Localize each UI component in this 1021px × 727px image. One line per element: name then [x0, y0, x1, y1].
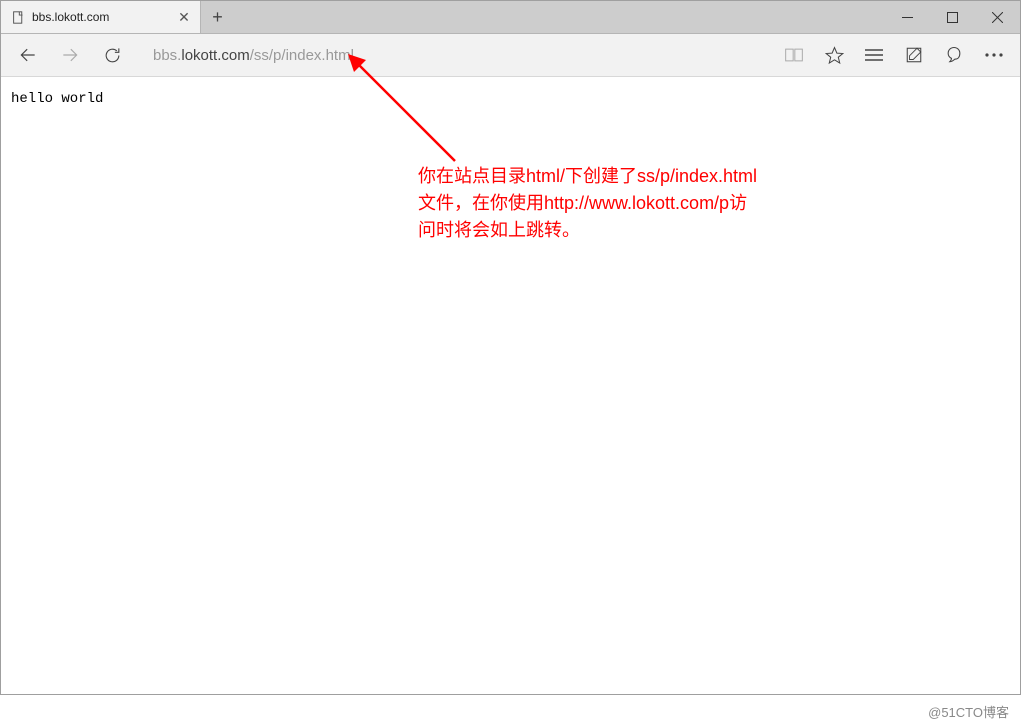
hub-icon[interactable]: [854, 34, 894, 76]
watermark: @51CTO博客: [928, 702, 1009, 721]
maximize-button[interactable]: [930, 1, 975, 33]
reading-view-icon[interactable]: [774, 34, 814, 76]
address-bar[interactable]: bbs.lokott.com/ss/p/index.html: [133, 39, 774, 71]
minimize-button[interactable]: [885, 1, 930, 33]
url-host-prefix: bbs.: [153, 47, 181, 64]
more-icon[interactable]: [974, 34, 1014, 76]
tab-title: bbs.lokott.com: [32, 10, 169, 24]
new-tab-button[interactable]: +: [201, 1, 234, 33]
back-button[interactable]: [7, 34, 49, 76]
notes-icon[interactable]: [894, 34, 934, 76]
tab-close-button[interactable]: ✕: [176, 9, 192, 26]
share-icon[interactable]: [934, 34, 974, 76]
tab-bar: bbs.lokott.com ✕ +: [1, 1, 1020, 34]
annotation-line: 文件，在你使用http://www.lokott.com/p访: [418, 193, 747, 213]
annotation-line: 你在站点目录html/下创建了ss/p/index.html: [418, 166, 757, 186]
favorites-icon[interactable]: [814, 34, 854, 76]
forward-button[interactable]: [49, 34, 91, 76]
window-controls: [885, 1, 1020, 33]
browser-window: bbs.lokott.com ✕ + bbs.lokott.co: [0, 0, 1021, 695]
url-path: /ss/p/index.html: [250, 47, 354, 64]
url-host-main: lokott.com: [181, 47, 249, 64]
page-body-text: hello world: [11, 91, 1010, 107]
window-close-button[interactable]: [975, 1, 1020, 33]
tab-bar-spacer: [234, 1, 885, 33]
annotation-text: 你在站点目录html/下创建了ss/p/index.html 文件，在你使用ht…: [418, 163, 757, 244]
annotation-line: 问时将会如上跳转。: [418, 220, 580, 240]
toolbar-right: [774, 34, 1014, 76]
refresh-button[interactable]: [91, 34, 133, 76]
browser-tab[interactable]: bbs.lokott.com ✕: [1, 1, 201, 33]
toolbar: bbs.lokott.com/ss/p/index.html: [1, 34, 1020, 77]
page-icon: [11, 10, 25, 24]
